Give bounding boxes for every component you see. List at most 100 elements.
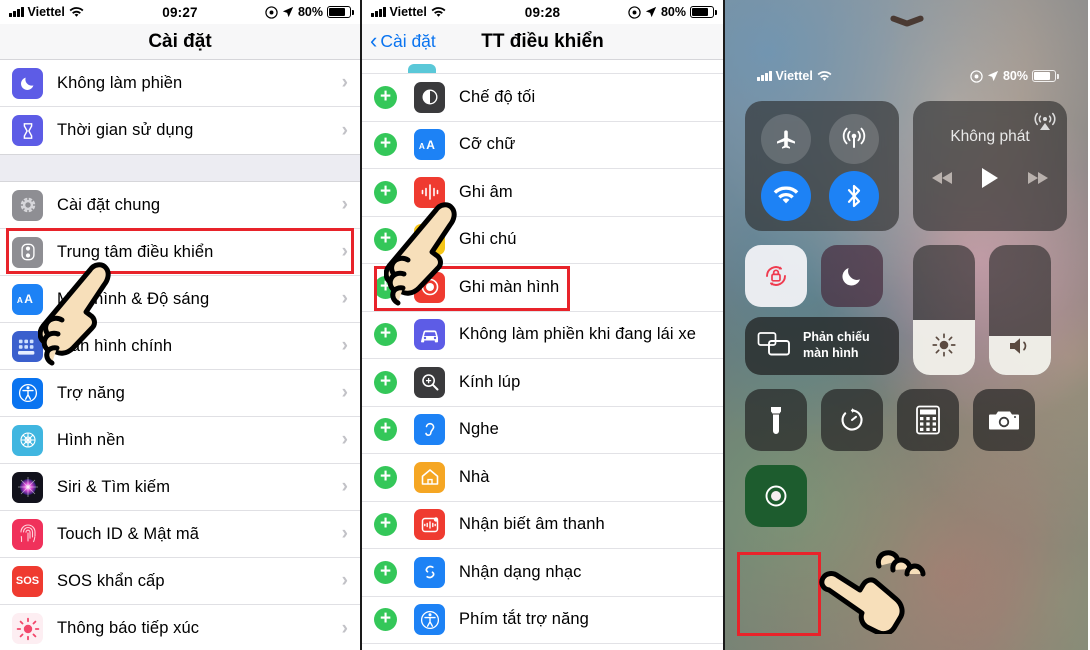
- settings-row-label: Trợ năng: [57, 383, 125, 402]
- cc-row-label: Ghi màn hình: [459, 277, 560, 296]
- cc-row-label: Phím tắt trợ năng: [459, 610, 589, 629]
- camera-icon: [989, 411, 1019, 430]
- status-bar-right: 80%: [970, 69, 1059, 83]
- media-controls: [932, 166, 1048, 195]
- camera-button[interactable]: [973, 389, 1035, 451]
- cc-row-music-recognition[interactable]: + Nhận dạng nhạc: [362, 549, 723, 597]
- hourglass-icon: [12, 115, 43, 146]
- chevron-left-icon: ‹: [370, 27, 378, 53]
- cc-row-label: Cỡ chữ: [459, 135, 516, 154]
- chevron-right-icon: ›: [341, 382, 348, 403]
- cc-row-accessibility-shortcuts[interactable]: + Phím tắt trợ năng: [362, 596, 723, 644]
- hand-pointer-icon: [37, 258, 116, 375]
- media-playback-tile[interactable]: Không phát: [913, 101, 1067, 231]
- left-controls-stack: Phản chiếu màn hình: [745, 245, 899, 375]
- forward-icon[interactable]: [1026, 170, 1048, 191]
- calculator-button[interactable]: [897, 389, 959, 451]
- settings-row-label: Thời gian sử dụng: [57, 121, 194, 139]
- add-control-button[interactable]: +: [374, 370, 397, 394]
- timer-icon: [841, 408, 863, 431]
- bluetooth-icon: [847, 184, 861, 208]
- fingerprint-icon: [12, 518, 43, 550]
- cc-row-sound-recognition[interactable]: + Nhận biết âm thanh: [362, 501, 723, 549]
- cc-row-hearing[interactable]: + Nghe: [362, 406, 723, 454]
- connectivity-tile: [745, 101, 899, 231]
- car-icon: [414, 319, 445, 351]
- add-control-button[interactable]: +: [374, 133, 397, 157]
- settings-row-label: Siri & Tìm kiếm: [57, 477, 171, 496]
- back-button[interactable]: ‹ Cài đặt: [362, 27, 436, 53]
- cc-row-dark-mode[interactable]: + Chế độ tối: [362, 74, 723, 122]
- add-control-button[interactable]: +: [374, 418, 397, 442]
- rewind-icon[interactable]: [932, 170, 954, 191]
- airplane-mode-button[interactable]: [761, 114, 811, 164]
- screen-record-button[interactable]: [745, 465, 807, 527]
- control-grid: Không phát Phản chiếu màn hình: [745, 101, 1068, 527]
- status-bar: Viettel 09:27 80%: [0, 0, 360, 24]
- cc-row-magnifier[interactable]: + Kính lúp: [362, 359, 723, 407]
- partial-icon: [408, 64, 436, 73]
- battery-percent: 80%: [660, 5, 686, 19]
- status-bar-left: Viettel: [757, 69, 832, 83]
- control-row-record: [745, 465, 1068, 527]
- settings-row-emergency-sos[interactable]: SOS SOS khẩn cấp ›: [0, 558, 360, 605]
- dark-mode-icon: [414, 81, 445, 113]
- add-control-button[interactable]: +: [374, 513, 397, 537]
- exposure-icon: [12, 613, 43, 644]
- rotation-lock-icon: [766, 266, 786, 286]
- chevron-down-handle-icon[interactable]: [890, 18, 924, 29]
- settings-row-exposure-notifications[interactable]: Thông báo tiếp xúc ›: [0, 605, 360, 650]
- add-control-button[interactable]: +: [374, 465, 397, 489]
- settings-row-siri-search[interactable]: Siri & Tìm kiếm ›: [0, 464, 360, 511]
- wifi-button[interactable]: [761, 171, 811, 221]
- gear-icon: [12, 189, 43, 221]
- screen-mirror-icon: [757, 331, 791, 362]
- cellular-data-button[interactable]: [829, 114, 879, 164]
- screen-mirroring-button[interactable]: Phản chiếu màn hình: [745, 317, 899, 375]
- location-icon: [987, 70, 999, 82]
- battery-icon: [1032, 70, 1059, 82]
- flashlight-button[interactable]: [745, 389, 807, 451]
- carrier-label: Viettel: [775, 69, 813, 83]
- toggle-pair: [745, 245, 899, 307]
- airplay-icon[interactable]: [1033, 109, 1057, 138]
- chevron-right-icon: ›: [341, 241, 348, 262]
- cc-row-home[interactable]: + Nhà: [362, 454, 723, 502]
- settings-row-label: SOS khẩn cấp: [57, 571, 165, 590]
- svg-text:A: A: [24, 292, 33, 306]
- cc-row-label: Nhà: [459, 467, 490, 486]
- volume-slider[interactable]: [989, 245, 1051, 375]
- add-control-button[interactable]: +: [374, 323, 397, 347]
- do-not-disturb-button[interactable]: [821, 245, 883, 307]
- play-icon[interactable]: [980, 166, 1000, 195]
- cc-row-text-size[interactable]: + AA Cỡ chữ: [362, 121, 723, 169]
- settings-row-touch-id[interactable]: Touch ID & Mật mã ›: [0, 511, 360, 558]
- settings-row-wallpaper[interactable]: Hình nền ›: [0, 417, 360, 464]
- control-row-shortcuts: [745, 389, 1068, 451]
- location-icon: [645, 6, 657, 18]
- add-control-button[interactable]: +: [374, 608, 397, 632]
- battery-percent: 80%: [297, 5, 323, 19]
- alarm-dot-icon: [970, 69, 983, 83]
- add-control-button[interactable]: +: [374, 85, 397, 109]
- chevron-right-icon: ›: [341, 335, 348, 356]
- panel-control-center-settings: Viettel 09:28 80% ‹ Cài đặt TT điều khiể…: [362, 0, 725, 650]
- calculator-icon: [916, 405, 940, 435]
- media-title: Không phát: [950, 127, 1030, 145]
- settings-row-label: Thông báo tiếp xúc: [57, 619, 200, 637]
- timer-button[interactable]: [821, 389, 883, 451]
- settings-row-do-not-disturb[interactable]: Không làm phiền ›: [0, 60, 360, 107]
- rotation-lock-button[interactable]: [745, 245, 807, 307]
- chevron-right-icon: ›: [341, 617, 348, 639]
- add-control-button[interactable]: +: [374, 560, 397, 584]
- home-icon: [414, 461, 445, 493]
- settings-row-accessibility[interactable]: Trợ năng ›: [0, 370, 360, 417]
- cc-row-label: Chế độ tối: [459, 87, 536, 106]
- settings-row-general[interactable]: Cài đặt chung ›: [0, 182, 360, 229]
- status-bar-right: 80%: [628, 5, 717, 19]
- panel-control-center: Viettel 80% Không phát Phản chiếu màn hì…: [725, 0, 1088, 650]
- brightness-slider[interactable]: [913, 245, 975, 375]
- bluetooth-button[interactable]: [829, 171, 879, 221]
- settings-row-screen-time[interactable]: Thời gian sử dụng ›: [0, 107, 360, 154]
- cc-row-driving-focus[interactable]: + Không làm phiền khi đang lái xe: [362, 311, 723, 359]
